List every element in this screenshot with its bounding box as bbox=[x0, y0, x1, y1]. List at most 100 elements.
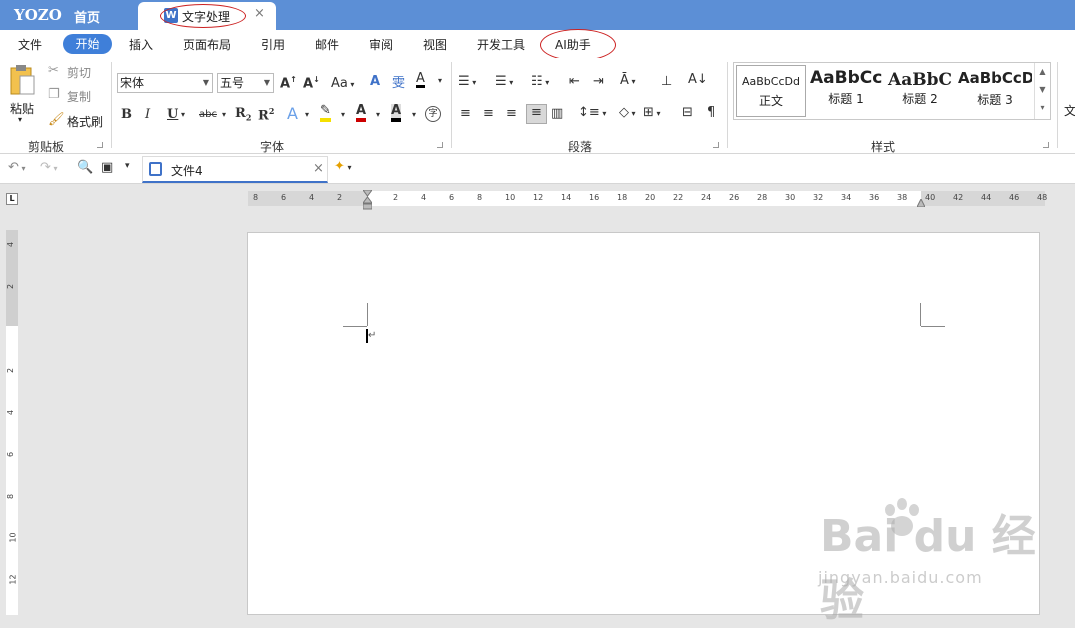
ruler-tick-label: 28 bbox=[757, 193, 768, 202]
ruler-tick-label: 14 bbox=[561, 193, 572, 202]
phonetic-guide-icon[interactable]: 雯 bbox=[392, 72, 405, 91]
ruler-tick-label: 20 bbox=[645, 193, 656, 202]
increase-indent-icon[interactable]: ⇥ bbox=[593, 74, 604, 89]
ruler-tick-label: 42 bbox=[953, 193, 964, 202]
chevron-down-icon[interactable]: ▾ bbox=[181, 110, 185, 119]
menu-page-layout[interactable]: 页面布局 bbox=[183, 36, 231, 53]
text-effect-icon[interactable]: A bbox=[287, 104, 298, 123]
right-indent-marker-icon[interactable] bbox=[916, 196, 926, 208]
style-name: 标题 3 bbox=[977, 93, 1013, 107]
align-left-icon[interactable]: ≡ bbox=[460, 106, 471, 121]
superscript-button[interactable]: R2 bbox=[258, 106, 274, 123]
char-border-icon[interactable]: A bbox=[416, 72, 425, 88]
line-spacing-icon[interactable]: ↕≡ ▾ bbox=[578, 105, 606, 120]
clipboard-launcher-icon[interactable] bbox=[97, 142, 103, 148]
justify-icon[interactable]: ≡ bbox=[526, 104, 547, 124]
style-heading-2[interactable]: AaBbC 标题 2 bbox=[884, 65, 956, 115]
indent-marker-icon[interactable] bbox=[362, 189, 373, 210]
menu-developer[interactable]: 开发工具 bbox=[477, 36, 525, 53]
menu-references[interactable]: 引用 bbox=[261, 36, 285, 53]
highlight-icon[interactable]: ✎ bbox=[320, 104, 331, 122]
style-normal[interactable]: AaBbCcDd 正文 bbox=[736, 65, 806, 117]
menu-bar: 文件 开始 插入 页面布局 引用 邮件 审阅 视图 开发工具 AI助手 bbox=[0, 30, 1075, 58]
more-styles-button[interactable]: 文 bbox=[1064, 102, 1075, 119]
margin-corner-mark bbox=[921, 326, 945, 327]
annotation-ellipse-ai bbox=[540, 29, 616, 61]
file-tab[interactable]: 文件4 × bbox=[142, 156, 328, 183]
bullet-list-icon[interactable]: ☰ ▾ bbox=[458, 74, 476, 89]
decrease-indent-icon[interactable]: ⇤ bbox=[569, 74, 580, 89]
divider bbox=[727, 62, 728, 148]
style-heading-1[interactable]: AaBbCc 标题 1 bbox=[810, 65, 882, 115]
style-heading-3[interactable]: AaBbCcD 标题 3 bbox=[958, 65, 1032, 115]
save-icon[interactable]: ▣ bbox=[101, 160, 113, 175]
chevron-down-icon[interactable]: ▾ bbox=[438, 76, 442, 85]
menu-start[interactable]: 开始 bbox=[63, 34, 112, 54]
margin-corner-mark bbox=[920, 303, 921, 326]
redo-icon[interactable]: ↷ ▾ bbox=[40, 160, 57, 175]
format-painter-button[interactable]: 格式刷 bbox=[67, 113, 103, 130]
menu-insert[interactable]: 插入 bbox=[129, 36, 153, 53]
font-color-icon[interactable]: A bbox=[356, 104, 367, 122]
change-case-label: Aa bbox=[331, 76, 348, 91]
font-launcher-icon[interactable] bbox=[437, 142, 443, 148]
new-document-icon[interactable]: ✦ ▾ bbox=[334, 159, 351, 174]
print-preview-icon[interactable]: 🔍 bbox=[77, 160, 93, 175]
paragraph-launcher-icon[interactable] bbox=[713, 142, 719, 148]
borders-icon[interactable]: ⊞ ▾ bbox=[643, 105, 660, 120]
styles-launcher-icon[interactable] bbox=[1043, 142, 1049, 148]
ruler-tick-label: 2 bbox=[393, 193, 399, 202]
align-center-icon[interactable]: ≡ bbox=[483, 106, 494, 121]
style-preview: AaBbCcD bbox=[958, 69, 1032, 87]
ruler-tick-label: 2 bbox=[337, 193, 343, 202]
shading-icon[interactable]: ◇ ▾ bbox=[619, 105, 636, 120]
clear-format-icon[interactable]: A bbox=[370, 74, 380, 89]
font-name-select[interactable]: 宋体 ▼ bbox=[117, 73, 213, 93]
sort-icon[interactable]: A↓ bbox=[688, 72, 708, 87]
align-right-icon[interactable]: ≡ bbox=[506, 106, 517, 121]
chevron-down-icon[interactable]: ▾ bbox=[305, 110, 309, 119]
paragraph-settings-icon[interactable]: ⊟ bbox=[682, 105, 693, 120]
line-break-icon[interactable]: ⊥ bbox=[661, 74, 672, 89]
enclose-char-button[interactable]: 字 bbox=[425, 106, 441, 122]
chevron-down-icon: ▼ bbox=[202, 78, 209, 87]
grow-font-icon[interactable]: A↑ bbox=[280, 75, 297, 91]
ruler-tick-label: 22 bbox=[673, 193, 684, 202]
chevron-down-icon[interactable]: ▾ bbox=[341, 110, 345, 119]
strikethrough-button[interactable]: abc bbox=[199, 109, 217, 120]
close-tab-icon[interactable]: × bbox=[254, 6, 265, 21]
italic-button[interactable]: I bbox=[145, 107, 150, 122]
chevron-down-icon: ▼ bbox=[263, 78, 270, 87]
vertical-ruler-tick-label: 12 bbox=[8, 574, 18, 585]
home-tab[interactable]: 首页 bbox=[74, 7, 100, 26]
close-file-icon[interactable]: × bbox=[313, 161, 324, 176]
document-app-tab[interactable]: W 文字处理 × bbox=[138, 2, 276, 30]
numbered-list-icon[interactable]: ☰ ▾ bbox=[495, 74, 513, 89]
copy-button[interactable]: 复制 bbox=[67, 88, 91, 105]
chevron-down-icon[interactable]: ▾ bbox=[412, 110, 416, 119]
ruler-tick-label: 6 bbox=[281, 193, 287, 202]
char-scaling-icon[interactable]: Ā ▾ bbox=[620, 73, 635, 88]
chevron-down-icon[interactable]: ▾ bbox=[376, 110, 380, 119]
menu-review[interactable]: 审阅 bbox=[369, 36, 393, 53]
underline-button[interactable]: U bbox=[167, 107, 178, 122]
show-marks-icon[interactable]: ¶ bbox=[707, 105, 715, 120]
subscript-button[interactable]: R2 bbox=[235, 106, 251, 123]
font-size-select[interactable]: 五号 ▼ bbox=[217, 73, 274, 93]
style-preview: AaBbCc bbox=[810, 68, 882, 88]
cut-button[interactable]: 剪切 bbox=[67, 64, 91, 81]
chevron-down-icon[interactable]: ▾ bbox=[222, 110, 226, 119]
menu-mail[interactable]: 邮件 bbox=[315, 36, 339, 53]
bold-button[interactable]: B bbox=[121, 107, 132, 122]
menu-file[interactable]: 文件 bbox=[18, 36, 42, 53]
ribbon: 粘贴 ▾ ✂ 剪切 ❐ 复制 🖌 格式刷 剪贴板 宋体 ▼ 五号 ▼ A↑ A↓ A… bbox=[0, 58, 1075, 154]
change-case-button[interactable]: Aa ▾ bbox=[331, 76, 354, 91]
distribute-icon[interactable]: ▥ bbox=[551, 106, 563, 121]
multilevel-list-icon[interactable]: ☷ ▾ bbox=[531, 74, 549, 89]
menu-view[interactable]: 视图 bbox=[423, 36, 447, 53]
char-shading-icon[interactable]: A bbox=[391, 104, 402, 122]
style-gallery-scroller[interactable]: ▲ ▼ ▾ bbox=[1034, 63, 1050, 119]
shrink-font-icon[interactable]: A↓ bbox=[303, 75, 320, 91]
customize-toolbar-icon[interactable]: ▾ bbox=[125, 161, 130, 171]
style-gallery: AaBbCcDd 正文 AaBbCc 标题 1 AaBbC 标题 2 AaBbC… bbox=[733, 62, 1051, 120]
